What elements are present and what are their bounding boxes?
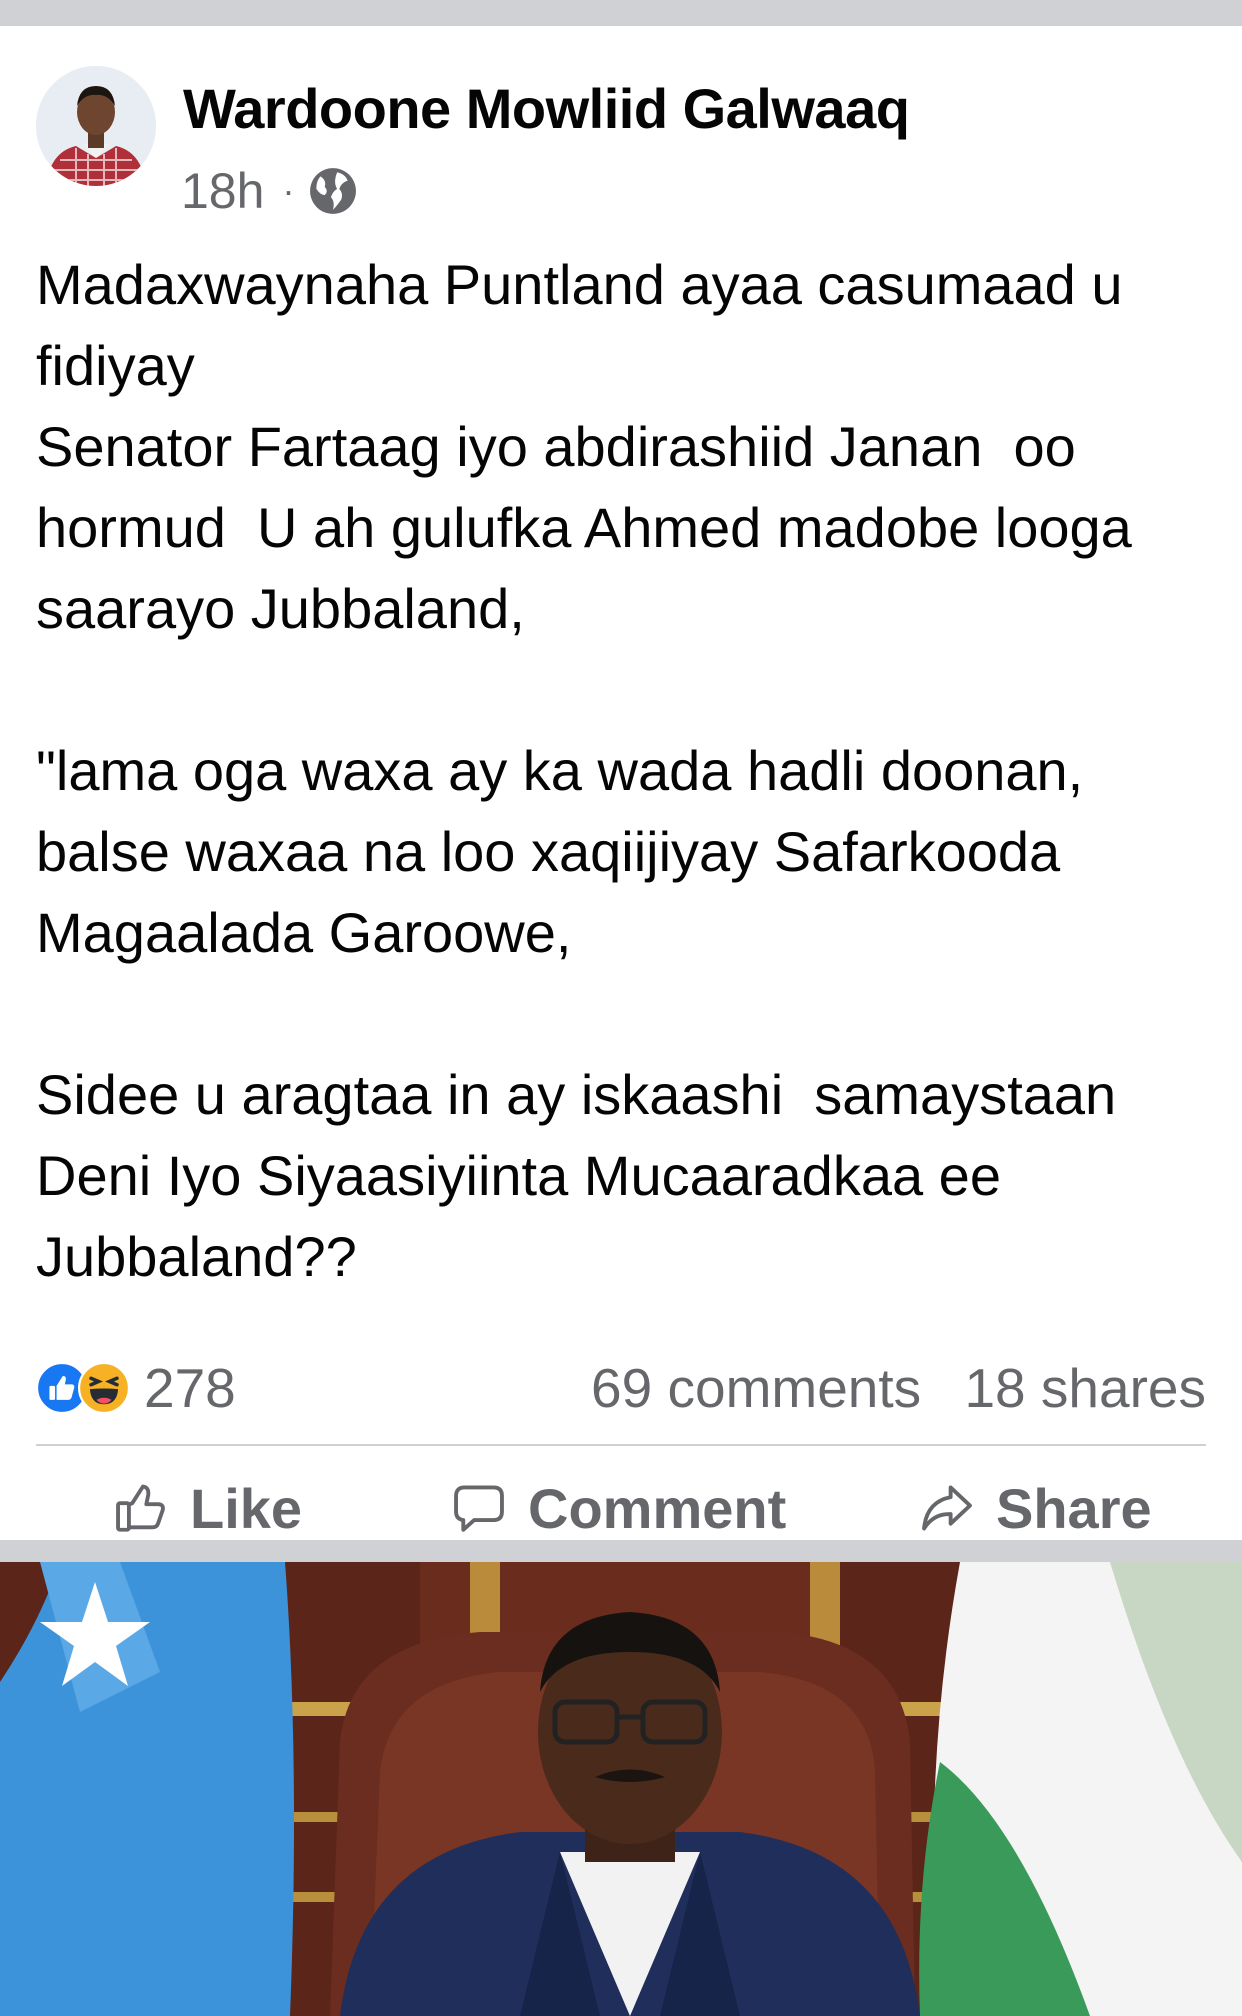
action-divider bbox=[36, 1444, 1206, 1446]
like-label: Like bbox=[190, 1476, 303, 1540]
meta-separator: · bbox=[282, 170, 295, 211]
share-button[interactable]: Share bbox=[918, 1466, 1152, 1550]
reaction-count: 278 bbox=[144, 1357, 236, 1419]
reactions-summary[interactable]: 278 bbox=[36, 1356, 236, 1420]
comment-label: Comment bbox=[528, 1476, 787, 1540]
shares-count[interactable]: 18 shares bbox=[964, 1357, 1206, 1419]
comments-count[interactable]: 69 comments bbox=[591, 1357, 921, 1419]
thumbs-up-icon bbox=[116, 1484, 165, 1532]
engagement-bar: 278 69 comments 18 shares bbox=[36, 1348, 1206, 1420]
engagement-counts: 69 comments 18 shares bbox=[591, 1356, 1206, 1420]
post-meta: 18h · bbox=[181, 156, 358, 226]
share-arrow-icon bbox=[922, 1485, 972, 1531]
post-photo[interactable] bbox=[0, 1562, 1242, 2016]
post-card: Wardoone Mowliid Galwaaq 18h · Madaxwayn… bbox=[0, 26, 1242, 1540]
author-name[interactable]: Wardoone Mowliid Galwaaq bbox=[183, 76, 910, 141]
post-time[interactable]: 18h bbox=[181, 162, 264, 220]
globe-icon[interactable] bbox=[308, 166, 358, 216]
post-text: Madaxwaynaha Puntland ayaa casumaad u fi… bbox=[36, 253, 1132, 1288]
like-button[interactable]: Like bbox=[112, 1466, 302, 1550]
action-bar: Like Comment Share bbox=[0, 1466, 1242, 1550]
share-label: Share bbox=[996, 1476, 1152, 1540]
comment-icon bbox=[454, 1485, 504, 1532]
post-separator bbox=[0, 1540, 1242, 1562]
haha-icon bbox=[78, 1362, 130, 1414]
top-separator bbox=[0, 0, 1242, 26]
author-avatar[interactable] bbox=[36, 66, 156, 186]
comment-button[interactable]: Comment bbox=[450, 1466, 786, 1550]
